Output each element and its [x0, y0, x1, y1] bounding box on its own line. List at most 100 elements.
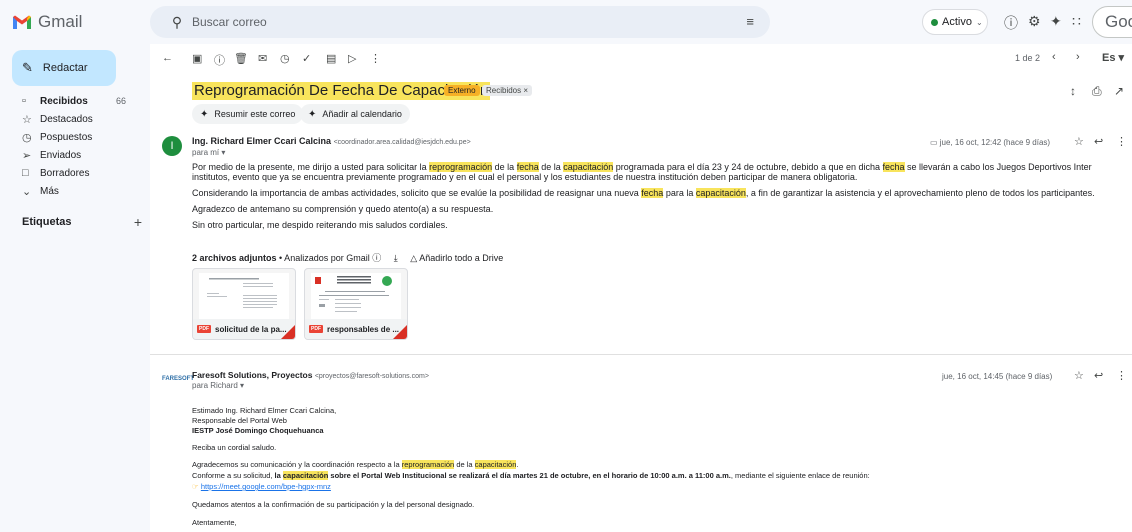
- document-thumbnail: [207, 278, 277, 308]
- chevron-down-icon: ⌄: [975, 17, 983, 27]
- pager-text: 1 de 2: [1015, 53, 1041, 63]
- page-fold: [393, 325, 407, 339]
- message-date: jue, 16 oct, 14:45 (hace 9 días): [942, 372, 1053, 381]
- mark-unread-icon[interactable]: ✉: [258, 52, 267, 65]
- search-bar[interactable]: ⚲ Buscar correo ≡: [150, 6, 770, 38]
- gmail-logo[interactable]: Gmail: [12, 8, 82, 36]
- body-line: Estimado Ing. Richard Elmer Ccari Calcin…: [192, 406, 337, 415]
- avatar[interactable]: FARESOFT: [162, 368, 194, 390]
- add-calendar-button[interactable]: ✦ Añadir al calendario: [300, 104, 410, 124]
- add-to-drive-button[interactable]: △ Añadirlo todo a Drive: [410, 253, 503, 263]
- recipient-details[interactable]: para mí ▾: [192, 148, 225, 157]
- search-input[interactable]: Buscar correo: [192, 15, 267, 29]
- sidebar-item-sent[interactable]: ➢ Enviados: [0, 146, 140, 164]
- inbox-tag[interactable]: Recibidos ×: [482, 85, 533, 96]
- attachment-preview: [199, 273, 289, 319]
- recipient-details[interactable]: para Richard ▾: [192, 381, 244, 390]
- prev-icon[interactable]: ‹: [1052, 51, 1056, 63]
- text-run: Por medio de la presente, me dirijo a us…: [192, 162, 430, 172]
- sidebar-item-starred[interactable]: ☆ Destacados: [0, 110, 140, 128]
- add-calendar-label: Añadir al calendario: [322, 109, 402, 119]
- pdf-icon: PDF: [197, 325, 211, 333]
- gmail-wordmark: Gmail: [38, 12, 83, 31]
- search-highlight: reprogramación: [401, 460, 455, 469]
- meeting-link[interactable]: https://meet.google.com/bpe-hgpx-mnz: [201, 482, 331, 491]
- compose-button[interactable]: ✎ Redactar: [12, 50, 116, 86]
- attachment-card[interactable]: PDF solicitud de la pa...: [192, 268, 296, 340]
- labels-heading: Etiquetas +: [22, 214, 142, 230]
- sidebar-item-snoozed[interactable]: ◷ Pospuestos: [0, 128, 140, 146]
- more-options-icon[interactable]: ⋮: [370, 52, 381, 65]
- sender-name[interactable]: Ing. Richard Elmer Ccari Calcina <coordi…: [192, 136, 471, 146]
- gemini-icon[interactable]: ✦: [1050, 13, 1062, 30]
- sidebar-item-inbox[interactable]: ▫ Recibidos 66: [0, 92, 140, 110]
- body-paragraph: Agradezco de antemano su comprensión y q…: [192, 204, 494, 214]
- reply-icon[interactable]: ↩: [1094, 135, 1103, 148]
- settings-icon[interactable]: ⚙: [1028, 13, 1041, 30]
- archive-icon[interactable]: ▣: [192, 52, 202, 65]
- move-to-icon[interactable]: ▤: [326, 52, 336, 65]
- summarize-button[interactable]: ✦ Resumir este correo: [192, 104, 304, 124]
- search-highlight: reprogramación: [429, 162, 493, 172]
- print-icon[interactable]: ⎙: [1092, 84, 1102, 99]
- sidebar-item-label: Destacados: [40, 113, 93, 125]
- add-task-icon[interactable]: ✓: [302, 52, 311, 65]
- body-line: Reciba un cordial saludo.: [192, 443, 277, 452]
- download-all-icon[interactable]: ⤓: [394, 253, 398, 263]
- status-button[interactable]: Activo ⌄: [922, 9, 988, 35]
- body-line: Agradecemos su comunicación y la coordin…: [192, 460, 518, 469]
- body-line: IESTP José Domingo Choquehuanca: [192, 426, 324, 435]
- body-paragraph: Por medio de la presente, me dirijo a us…: [192, 162, 1092, 172]
- text-run: la: [274, 471, 283, 480]
- sender-name-text: Faresoft Solutions, Proyectos: [192, 370, 313, 380]
- document-thumbnail: [315, 276, 392, 312]
- text-run: se llevarán a cabo los Juegos Deportivos…: [904, 162, 1092, 172]
- collapse-icon[interactable]: ↕: [1070, 84, 1076, 98]
- star-icon[interactable]: ☆: [1074, 135, 1084, 148]
- gmail-m-icon: [13, 15, 31, 29]
- avatar[interactable]: I: [162, 136, 182, 156]
- apps-icon[interactable]: ∷: [1072, 13, 1081, 30]
- report-spam-icon[interactable]: ⓘ: [214, 52, 225, 68]
- attachments-scanned: • Analizados por Gmail ⓘ: [276, 253, 382, 263]
- next-icon[interactable]: ›: [1076, 51, 1080, 63]
- sidebar-item-drafts[interactable]: □ Borradores: [0, 164, 140, 182]
- sidebar-item-more[interactable]: ⌄ Más: [0, 182, 140, 200]
- text-run: para la: [663, 188, 696, 198]
- sidebar-item-label: Pospuestos: [40, 131, 93, 143]
- search-options-icon[interactable]: ≡: [746, 14, 754, 29]
- sender-name[interactable]: Faresoft Solutions, Proyectos <proyectos…: [192, 370, 429, 380]
- star-icon: ☆: [22, 113, 32, 126]
- sidebar-item-label: Recibidos: [40, 95, 88, 107]
- open-new-window-icon[interactable]: ↗: [1114, 84, 1124, 98]
- attachments-header: 2 archivos adjuntos • Analizados por Gma…: [192, 251, 503, 264]
- body-line: Quedamos atentos a la confirmación de su…: [192, 500, 475, 509]
- reply-icon[interactable]: ↩: [1094, 369, 1103, 382]
- pointing-hand-icon: ☞: [192, 482, 199, 491]
- more-options-icon[interactable]: ⋮: [1116, 369, 1127, 382]
- text-run: .: [516, 460, 519, 469]
- compose-label: Redactar: [42, 62, 88, 74]
- attachment-card[interactable]: PDF responsables de ...: [304, 268, 408, 340]
- sparkle-icon: ✦: [308, 108, 317, 120]
- text-run: , a fin de garantizar la asistencia y el…: [745, 188, 1095, 198]
- pencil-icon: ✎: [22, 60, 33, 75]
- body-paragraph: institutos, evento que ya se encuentra p…: [192, 172, 858, 182]
- search-icon[interactable]: ⚲: [162, 14, 192, 31]
- status-dot: [931, 18, 938, 26]
- back-icon[interactable]: ←: [162, 52, 173, 64]
- account-button[interactable]: Goog: [1092, 6, 1132, 38]
- input-tools-button[interactable]: Es ▾: [1102, 51, 1124, 64]
- search-highlight: capacitación: [282, 471, 329, 480]
- help-icon[interactable]: ⓘ: [1004, 13, 1018, 33]
- body-paragraph: Sin otro particular, me despido reiteran…: [192, 220, 448, 230]
- more-options-icon[interactable]: ⋮: [1116, 135, 1127, 148]
- label-icon[interactable]: ▷: [348, 52, 356, 65]
- body-paragraph: Considerando la importancia de ambas act…: [192, 188, 1095, 198]
- delete-icon[interactable]: 🗑: [234, 52, 248, 65]
- clock-icon: ◷: [22, 131, 32, 144]
- add-label-icon[interactable]: +: [134, 214, 142, 230]
- sidebar: ✎ Redactar ▫ Recibidos 66 ☆ Destacados ◷…: [0, 44, 150, 532]
- star-icon[interactable]: ☆: [1074, 369, 1084, 382]
- snooze-icon[interactable]: ◷: [280, 52, 290, 65]
